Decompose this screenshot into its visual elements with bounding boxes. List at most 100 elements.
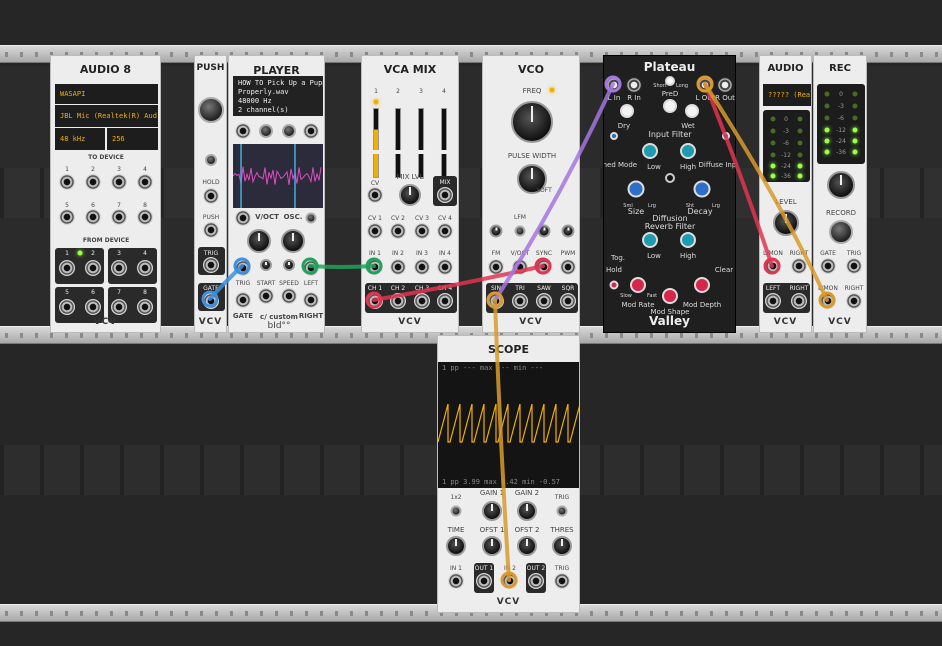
to-device-8-input[interactable] <box>137 209 153 225</box>
channel-3-fader[interactable] <box>415 108 427 178</box>
offset-1-knob[interactable] <box>482 536 502 556</box>
gate-input[interactable] <box>820 258 836 274</box>
device-display[interactable]: JBL Mic (Realtek(R) Aud <box>55 105 158 127</box>
trigger-toggle[interactable] <box>556 505 568 517</box>
record-button[interactable] <box>829 220 853 244</box>
left-output[interactable] <box>303 260 319 276</box>
start-input[interactable] <box>258 288 274 304</box>
fm-input[interactable] <box>488 259 504 275</box>
mix-output[interactable] <box>437 187 453 203</box>
push-button[interactable] <box>198 97 224 123</box>
right-output[interactable] <box>303 292 319 308</box>
fm-amount-knob[interactable] <box>489 224 503 238</box>
sync-input[interactable] <box>536 259 552 275</box>
player-module[interactable]: PLAYER HOW TO Pick Up a Puppy Properly.w… <box>228 55 325 333</box>
mod-rate-knob[interactable] <box>630 277 646 293</box>
gain-2-knob[interactable] <box>517 501 537 521</box>
next-file-input[interactable] <box>303 123 319 139</box>
in-3-input[interactable] <box>414 259 430 275</box>
ch-2-output[interactable] <box>390 293 406 309</box>
channel-1-fader[interactable] <box>370 108 382 178</box>
device-display[interactable]: ????? (Real <box>763 84 811 106</box>
input-high-knob[interactable] <box>680 143 696 159</box>
left-output[interactable] <box>697 77 713 93</box>
from-device-8-output[interactable] <box>137 299 153 315</box>
prev-file-input[interactable] <box>235 123 251 139</box>
to-device-1-input[interactable] <box>59 174 75 190</box>
from-device-7-output[interactable] <box>111 299 127 315</box>
in-1-input[interactable] <box>448 573 464 589</box>
decay-knob[interactable] <box>693 180 711 198</box>
cv-3-input[interactable] <box>414 223 430 239</box>
prev-file-button[interactable] <box>259 124 273 138</box>
sin-output[interactable] <box>488 293 504 309</box>
dry-cv-attenuator[interactable] <box>610 132 618 140</box>
in-2-input[interactable] <box>502 573 518 589</box>
start-knob[interactable] <box>260 259 272 271</box>
plateau-reverb-module[interactable]: Plateau L In R In Short Long PreD L Out … <box>603 55 736 333</box>
in-4-input[interactable] <box>437 259 453 275</box>
vco-module[interactable]: VCO FREQ PULSE WIDTH LFM SOFT FM V/OCT S… <box>482 55 580 333</box>
to-device-6-input[interactable] <box>85 209 101 225</box>
from-device-4-output[interactable] <box>137 260 153 276</box>
hold-input[interactable] <box>203 188 219 204</box>
push-module[interactable]: PUSH HOLD PUSH TRIG GATE VCV <box>194 55 227 333</box>
dry-knob[interactable] <box>620 104 634 118</box>
gain-knob[interactable] <box>827 171 855 199</box>
driver-display[interactable]: WASAPI <box>55 84 158 104</box>
out-1-output[interactable] <box>476 573 492 589</box>
ch-3-output[interactable] <box>414 293 430 309</box>
out-2-output[interactable] <box>528 573 544 589</box>
cv-4-input[interactable] <box>437 223 453 239</box>
gain-1-knob[interactable] <box>482 501 502 521</box>
tri-output[interactable] <box>512 293 528 309</box>
cv-1-input[interactable] <box>367 223 383 239</box>
to-device-5-input[interactable] <box>59 209 75 225</box>
freq-knob[interactable] <box>511 101 553 143</box>
soft-sync-knob[interactable] <box>537 224 551 238</box>
scope-module[interactable]: SCOPE 1 pp --- max --- min --- 1 pp 3.99… <box>437 335 580 613</box>
to-device-7-input[interactable] <box>111 209 127 225</box>
gate-output[interactable] <box>203 293 219 309</box>
level-knob[interactable] <box>773 210 799 236</box>
cv-2-input[interactable] <box>390 223 406 239</box>
pwm-amount-knob[interactable] <box>561 224 575 238</box>
lissajous-toggle[interactable] <box>450 505 462 517</box>
wet-knob[interactable] <box>685 104 699 118</box>
osc-toggle[interactable] <box>305 212 317 224</box>
left-output[interactable] <box>765 293 781 309</box>
right-input[interactable] <box>791 258 807 274</box>
mix-level-knob[interactable] <box>399 184 421 206</box>
voct-input[interactable] <box>512 259 528 275</box>
saw-output[interactable] <box>536 293 552 309</box>
in-2-input[interactable] <box>390 259 406 275</box>
mod-shape-knob[interactable] <box>662 288 678 304</box>
pwm-input[interactable] <box>560 259 576 275</box>
to-device-3-input[interactable] <box>111 174 127 190</box>
from-device-2-output[interactable] <box>85 260 101 276</box>
sqr-output[interactable] <box>560 293 576 309</box>
in-1-input[interactable] <box>367 259 383 275</box>
vca-mix-module[interactable]: VCA MIX 1 2 3 4 MIX LVL CV MIX CV 1 CV 2… <box>361 55 459 333</box>
hold-toggle-button[interactable] <box>205 154 217 166</box>
left-input[interactable] <box>765 258 781 274</box>
ext-trig-input[interactable] <box>554 573 570 589</box>
from-device-5-output[interactable] <box>59 299 75 315</box>
audio-module[interactable]: AUDIO ????? (Real 0 -3 -6 -12 -24 -36 LE… <box>759 55 812 333</box>
channel-2-fader[interactable] <box>392 108 404 178</box>
size-knob[interactable] <box>627 180 645 198</box>
time-knob[interactable] <box>446 536 466 556</box>
from-device-6-output[interactable] <box>85 299 101 315</box>
gate-input[interactable] <box>235 292 251 308</box>
to-device-4-input[interactable] <box>137 174 153 190</box>
filter-jack[interactable] <box>665 173 675 183</box>
offset-2-knob[interactable] <box>517 536 537 556</box>
to-device-2-input[interactable] <box>85 174 101 190</box>
left-input[interactable] <box>820 293 836 309</box>
right-input[interactable] <box>846 293 862 309</box>
predelay-range-switch[interactable] <box>665 76 675 86</box>
mod-depth-knob[interactable] <box>694 277 710 293</box>
sample-rate-display[interactable]: 48 kHz <box>55 128 105 150</box>
scope-display[interactable]: 1 pp --- max --- min --- 1 pp 3.99 max 3… <box>438 362 579 488</box>
speed-attenuator-knob[interactable] <box>283 259 295 271</box>
